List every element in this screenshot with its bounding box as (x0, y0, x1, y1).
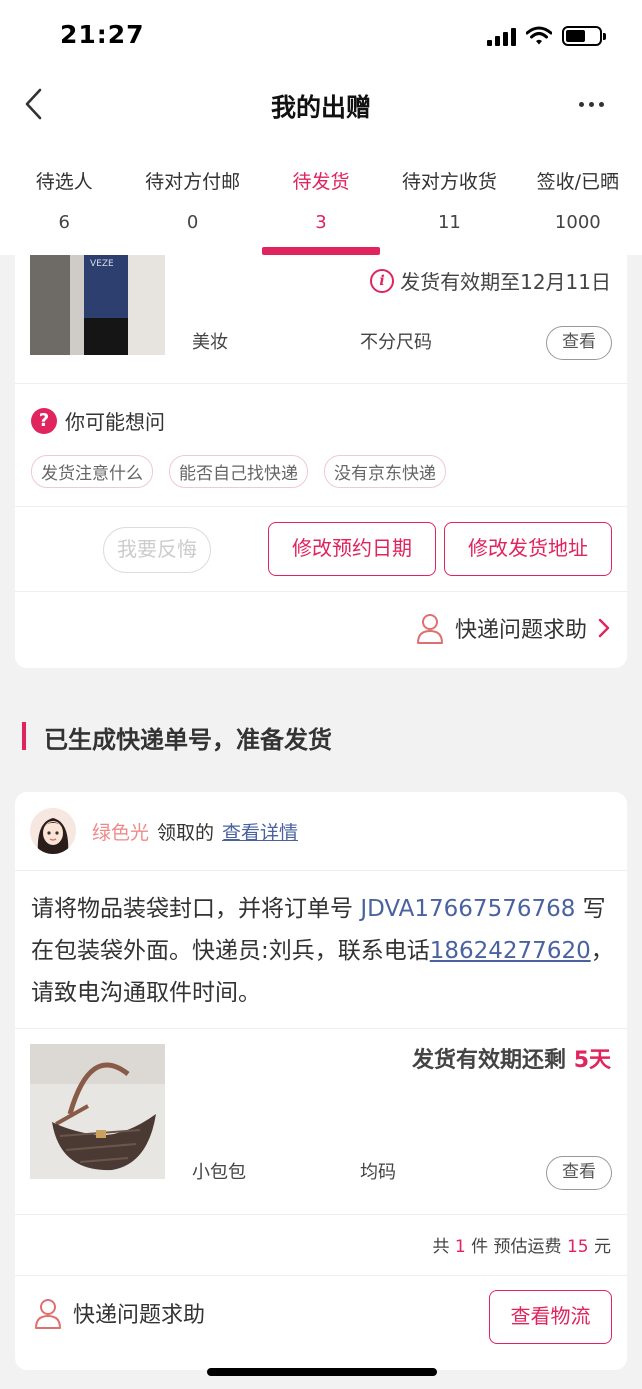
faq-chip-list: 发货注意什么 能否自己找快递 没有京东快递 (31, 455, 446, 488)
divider (15, 1275, 627, 1276)
order-summary: 共 1 件 预估运费 15 元 (433, 1232, 612, 1257)
status-time: 21:27 (60, 20, 145, 49)
deadline-days: 5天 (573, 1048, 611, 1073)
item-size: 均码 (360, 1162, 396, 1183)
change-date-button[interactable]: 修改预约日期 (268, 522, 436, 576)
shipping-instructions: 请将物品装袋封口，并将订单号 JDVA17667576768 写在包装袋外面。快… (31, 888, 615, 1014)
handbag-image (30, 1044, 165, 1179)
signal-icon (487, 26, 516, 46)
wifi-icon (526, 26, 552, 45)
section-accent-bar (22, 722, 26, 750)
regret-button[interactable]: 我要反悔 (103, 527, 211, 573)
shipping-deadline: i 发货有效期至12月11日 (370, 266, 611, 295)
order-card-1: VEZE i 发货有效期至12月11日 美妆 不分尺码 查看 ? 你可能想问 发… (15, 230, 627, 668)
view-item-button[interactable]: 查看 (546, 326, 612, 360)
tab-label: 待对方收货 (401, 171, 497, 193)
home-indicator (207, 1368, 437, 1376)
tab-label: 待选人 (35, 171, 93, 193)
more-dots-icon[interactable] (579, 102, 604, 107)
shipping-deadline-remaining: 发货有效期还剩 5天 (412, 1042, 611, 1074)
nav-bar: 我的出赠 (0, 70, 642, 140)
status-bar: 21:27 (0, 0, 642, 70)
question-icon: ? (31, 407, 57, 434)
divider (15, 383, 627, 384)
summary-text: 件 预估运费 (465, 1237, 567, 1257)
view-details-link[interactable]: 查看详情 (222, 818, 298, 845)
faq-chip[interactable]: 能否自己找快递 (169, 455, 308, 488)
courier-help-link[interactable]: 快递问题求助 (415, 612, 611, 644)
view-logistics-button[interactable]: 查看物流 (489, 1290, 612, 1344)
tab-count: 6 (58, 212, 70, 233)
section-header: 已生成快递单号，准备发货 (0, 710, 642, 764)
courier-help-label: 快递问题求助 (73, 1303, 206, 1328)
faq-title: ? 你可能想问 (31, 406, 165, 435)
courier-help-link[interactable]: 快递问题求助 (33, 1297, 205, 1329)
courier-help-label: 快递问题求助 (454, 618, 587, 643)
item-size: 不分尺码 (360, 332, 432, 353)
divider (15, 506, 627, 507)
order-number: JDVA17667576768 (360, 896, 576, 922)
info-icon: i (370, 268, 395, 293)
faq-chip[interactable]: 没有京东快递 (324, 455, 446, 488)
tab-label: 待对方付邮 (145, 171, 241, 193)
change-address-button[interactable]: 修改发货地址 (444, 522, 612, 576)
shipping-deadline-text: 发货有效期至12月11日 (400, 270, 611, 294)
tab-pending-postage[interactable]: 待对方付邮 0 (128, 155, 256, 255)
claim-line: 绿色光 领取的 查看详情 (92, 818, 298, 845)
tab-label: 签收/已晒 (536, 171, 620, 193)
item-category: 小包包 (192, 1162, 246, 1183)
faq-title-text: 你可能想问 (65, 410, 165, 434)
tab-signed-shared[interactable]: 签收/已晒 1000 (514, 155, 642, 255)
tab-count: 11 (437, 212, 461, 233)
section-title: 已生成快递单号，准备发货 (44, 726, 332, 754)
page-title: 我的出赠 (270, 93, 371, 122)
divider (15, 1028, 627, 1029)
claimed-text: 领取的 (157, 822, 215, 844)
item-count: 1 (454, 1237, 466, 1257)
header: 21:27 我的出赠 待选人 6 待对方付邮 0 待发货 3 待对方收货 11 … (0, 0, 642, 255)
faq-chip[interactable]: 发货注意什么 (31, 455, 153, 488)
person-icon (416, 614, 443, 644)
svg-text:VEZE: VEZE (90, 259, 114, 269)
product-image[interactable] (30, 1044, 165, 1179)
avatar-illustration (30, 808, 76, 854)
active-tab-indicator (261, 247, 381, 255)
tab-pending-shipment[interactable]: 待发货 3 (257, 155, 385, 255)
view-item-button[interactable]: 查看 (546, 1156, 612, 1190)
deadline-prefix: 发货有效期还剩 (412, 1048, 574, 1073)
tab-count: 1000 (554, 212, 601, 233)
status-icons (487, 26, 606, 46)
tab-count: 0 (186, 212, 199, 233)
shipping-fee: 15 (566, 1237, 589, 1257)
summary-text: 共 (432, 1237, 455, 1257)
order-card-2: 绿色光 领取的 查看详情 请将物品装袋封口，并将订单号 JDVA17667576… (15, 792, 627, 1370)
tab-pending-receipt[interactable]: 待对方收货 11 (385, 155, 513, 255)
divider (15, 1214, 627, 1215)
person-icon (35, 1299, 61, 1329)
divider (15, 591, 627, 592)
summary-text: 元 (588, 1237, 611, 1257)
chevron-right-icon (598, 618, 610, 638)
divider (15, 870, 627, 871)
phone-link[interactable]: 18624277620 (430, 938, 591, 964)
status-tabs: 待选人 6 待对方付邮 0 待发货 3 待对方收货 11 签收/已晒 1000 (0, 155, 642, 255)
tab-label: 待发货 (292, 171, 350, 193)
avatar[interactable] (30, 808, 76, 854)
claimer-name[interactable]: 绿色光 (92, 818, 149, 845)
battery-icon (562, 26, 606, 46)
instruction-prefix: 请将物品装袋封口，并将订单号 (31, 896, 361, 922)
item-category: 美妆 (192, 332, 228, 353)
tab-pending-selection[interactable]: 待选人 6 (0, 155, 128, 255)
tab-count: 3 (315, 212, 327, 233)
